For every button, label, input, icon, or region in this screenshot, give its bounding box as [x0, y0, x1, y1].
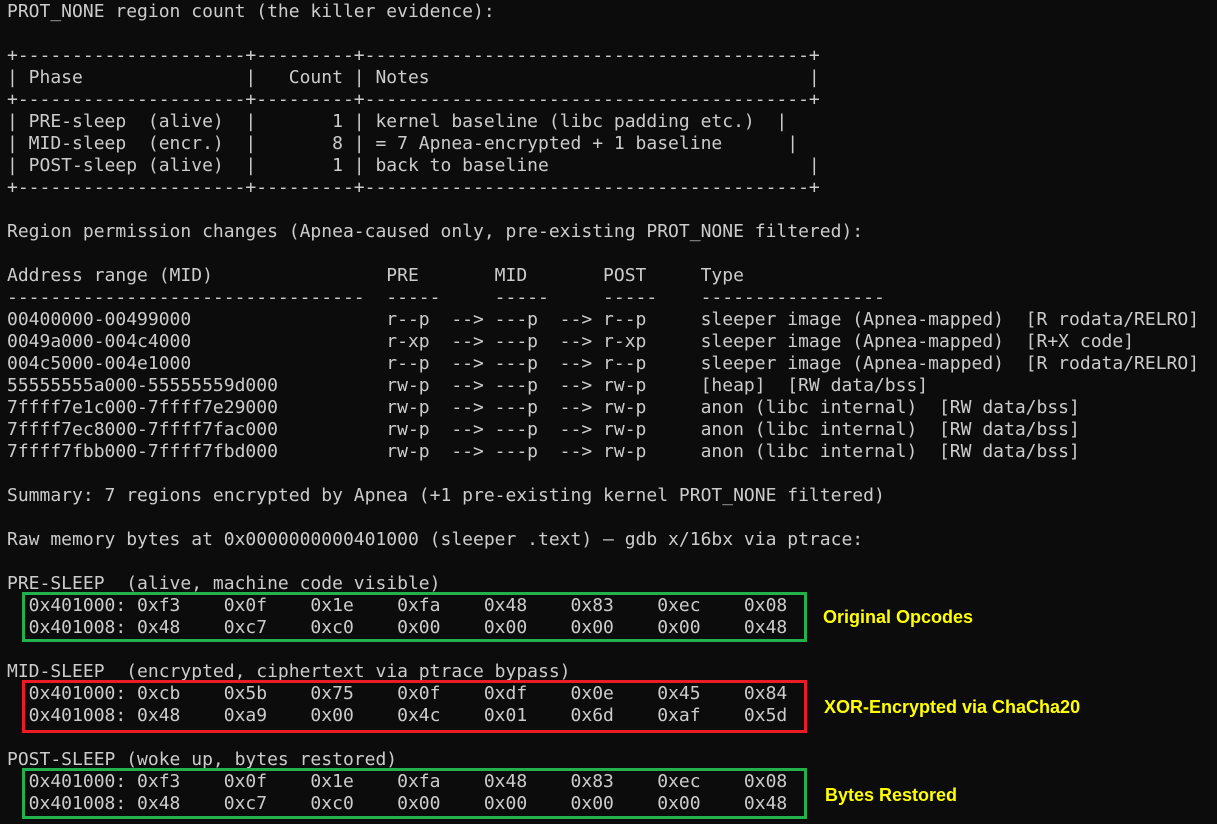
xor-encrypted-label: XOR-Encrypted via ChaCha20 [824, 697, 1081, 717]
table-border: +---------------------+---------+-------… [7, 89, 820, 110]
restored-bytes-highlight-box [22, 768, 807, 819]
original-opcodes-highlight-box [22, 592, 807, 642]
terminal-window[interactable]: PROT_NONE region count (the killer evide… [0, 0, 1217, 824]
table-row-post-sleep: | POST-sleep (alive) | 1 | back to basel… [7, 155, 820, 176]
heading-prot-none-count: PROT_NONE region count (the killer evide… [7, 1, 495, 22]
region-row: 7ffff7fbb000-7ffff7fbd000 rw-p --> ---p … [7, 441, 1080, 462]
table-row-mid-sleep: | MID-sleep (encr.) | 8 | = 7 Apnea-encr… [7, 133, 799, 154]
region-row: 7ffff7ec8000-7ffff7fac000 rw-p --> ---p … [7, 419, 1080, 440]
heading-permission-changes: Region permission changes (Apnea-caused … [7, 221, 864, 242]
region-table-header: Address range (MID) PRE MID POST Type [7, 265, 744, 286]
summary-line: Summary: 7 regions encrypted by Apnea (+… [7, 485, 885, 506]
region-table-separator: --------------------------------- ----- … [7, 287, 885, 308]
original-opcodes-label: Original Opcodes [823, 607, 974, 627]
region-row: 7ffff7e1c000-7ffff7e29000 rw-p --> ---p … [7, 397, 1080, 418]
table-row-pre-sleep: | PRE-sleep (alive) | 1 | kernel baselin… [7, 111, 788, 132]
region-row: 004c5000-004e1000 r--p --> ---p --> r--p… [7, 353, 1200, 374]
encrypted-bytes-highlight-box [22, 680, 807, 733]
region-row: 0049a000-004c4000 r-xp --> ---p --> r-xp… [7, 331, 1135, 352]
table-border: +---------------------+---------+-------… [7, 45, 820, 66]
region-row: 00400000-00499000 r--p --> ---p --> r--p… [7, 309, 1200, 330]
table-border: +---------------------+---------+-------… [7, 177, 820, 198]
region-row: 55555555a000-55555559d000 rw-p --> ---p … [7, 375, 929, 396]
bytes-restored-label: Bytes Restored [825, 785, 958, 805]
table-header: | Phase | Count | Notes | [7, 67, 820, 88]
raw-bytes-heading: Raw memory bytes at 0x0000000000401000 (… [7, 529, 864, 550]
